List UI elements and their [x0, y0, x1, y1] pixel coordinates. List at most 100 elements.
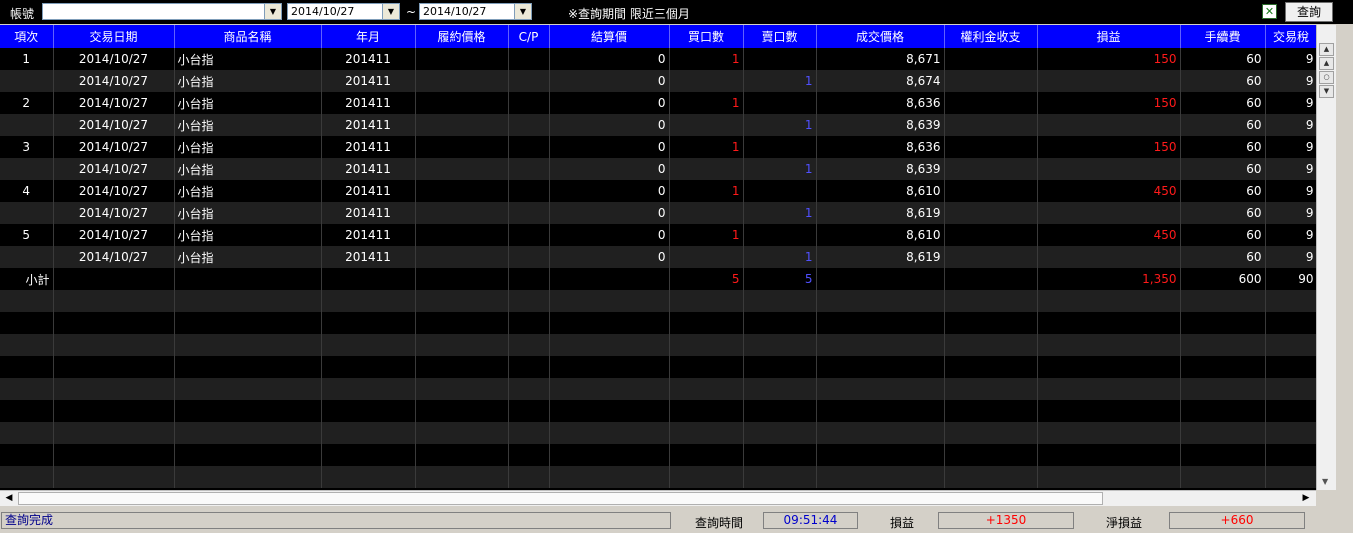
cell-tax: 9: [1265, 136, 1318, 158]
vertical-scrollbar[interactable]: ▲ ▲ ○ ▼ ▼: [1316, 25, 1336, 490]
scroll-top-icon[interactable]: ▲: [1319, 43, 1334, 56]
column-header[interactable]: 交易日期: [53, 25, 175, 48]
table-row[interactable]: 3 2014/10/27 小台指 201411 0 1 8,636 150 60 9: [0, 136, 1318, 158]
empty-cell: [0, 444, 54, 466]
cell-cp: [508, 92, 550, 114]
cell-buy: [669, 70, 744, 92]
empty-cell: [321, 466, 416, 488]
cell-sell: [743, 136, 817, 158]
empty-cell: [549, 356, 670, 378]
date-to-picker[interactable]: 2014/10/27 ▼: [419, 3, 532, 20]
table-row[interactable]: 4 2014/10/27 小台指 201411 0 1 8,610 450 60 9: [0, 180, 1318, 202]
horizontal-scrollbar[interactable]: ◀ ▶: [0, 490, 1316, 506]
cell-price: 8,610: [816, 224, 945, 246]
chevron-down-icon[interactable]: ▼: [382, 4, 399, 19]
excel-export-icon[interactable]: ✕: [1262, 4, 1277, 19]
table-row[interactable]: 2014/10/27 小台指 201411 0 1 8,639 60 9: [0, 158, 1318, 180]
subtotal-ym: [321, 268, 416, 290]
cell-tax: 9: [1265, 202, 1318, 224]
column-header[interactable]: 權利金收支: [944, 25, 1038, 48]
cell-buy: 1: [669, 224, 744, 246]
column-header[interactable]: 成交價格: [816, 25, 945, 48]
empty-cell: [1180, 290, 1266, 312]
cell-idx: 5: [0, 224, 54, 246]
empty-cell: [321, 356, 416, 378]
empty-row: [0, 378, 1318, 400]
subtotal-idx: 小計: [0, 268, 54, 290]
subtotal-settle: [549, 268, 670, 290]
cell-product: 小台指: [174, 180, 322, 202]
column-header[interactable]: C/P: [508, 25, 550, 48]
table-row[interactable]: 1 2014/10/27 小台指 201411 0 1 8,671 150 60 9: [0, 48, 1318, 70]
table-row[interactable]: 2 2014/10/27 小台指 201411 0 1 8,636 150 60 9: [0, 92, 1318, 114]
empty-cell: [174, 466, 322, 488]
subtotal-price: [816, 268, 945, 290]
chevron-down-icon[interactable]: ▼: [514, 4, 531, 19]
cell-settle: 0: [549, 48, 670, 70]
cell-cp: [508, 224, 550, 246]
empty-cell: [1265, 466, 1318, 488]
column-header[interactable]: 結算價: [549, 25, 670, 48]
empty-cell: [1265, 356, 1318, 378]
cell-pnl: 150: [1037, 48, 1181, 70]
empty-cell: [1037, 444, 1181, 466]
date-from-picker[interactable]: 2014/10/27 ▼: [287, 3, 400, 20]
cell-idx: 4: [0, 180, 54, 202]
cell-ym: 201411: [321, 224, 416, 246]
cell-premium: [944, 114, 1038, 136]
trade-table: 項次 交易日期 商品名稱 年月 履約價格 C/P 結算價 買口數 賣口數 成交價格 權利金收支 損益手…: [0, 25, 1318, 488]
query-button[interactable]: 查詢: [1285, 2, 1333, 22]
column-header[interactable]: 買口數: [669, 25, 744, 48]
empty-cell: [321, 378, 416, 400]
cell-sell: 1: [743, 158, 817, 180]
empty-cell: [1265, 312, 1318, 334]
column-header[interactable]: 項次: [0, 25, 54, 48]
table-row[interactable]: 2014/10/27 小台指 201411 0 1 8,619 60 9: [0, 246, 1318, 268]
column-header[interactable]: 商品名稱: [174, 25, 322, 48]
column-header[interactable]: 年月: [321, 25, 416, 48]
subtotal-row: 小計 5 5 1,350 600 90: [0, 268, 1318, 290]
empty-cell: [1180, 400, 1266, 422]
empty-cell: [415, 466, 509, 488]
empty-cell: [508, 422, 550, 444]
empty-cell: [816, 444, 945, 466]
scroll-left-icon[interactable]: ◀: [1, 492, 17, 505]
empty-cell: [174, 444, 322, 466]
column-header[interactable]: 交易稅: [1265, 25, 1318, 48]
cell-date: 2014/10/27: [53, 136, 175, 158]
empty-cell: [1265, 334, 1318, 356]
cell-idx: 2: [0, 92, 54, 114]
column-header[interactable]: 手續費: [1180, 25, 1266, 48]
empty-cell: [415, 444, 509, 466]
scroll-bottom-arrow-icon[interactable]: ▼: [1322, 477, 1328, 486]
cell-date: 2014/10/27: [53, 246, 175, 268]
table-row[interactable]: 2014/10/27 小台指 201411 0 1 8,619 60 9: [0, 202, 1318, 224]
column-header[interactable]: 損益: [1037, 25, 1181, 48]
empty-cell: [174, 400, 322, 422]
account-select[interactable]: ▼: [42, 3, 282, 20]
table-row[interactable]: 5 2014/10/27 小台指 201411 0 1 8,610 450 60 9: [0, 224, 1318, 246]
pnl-label: 損益: [890, 516, 915, 530]
table-row[interactable]: 2014/10/27 小台指 201411 0 1 8,639 60 9: [0, 114, 1318, 136]
column-header[interactable]: 履約價格: [415, 25, 509, 48]
empty-cell: [1037, 466, 1181, 488]
subtotal-premium: [944, 268, 1038, 290]
table-row[interactable]: 2014/10/27 小台指 201411 0 1 8,674 60 9: [0, 70, 1318, 92]
cell-pnl: [1037, 70, 1181, 92]
empty-cell: [508, 312, 550, 334]
empty-cell: [415, 356, 509, 378]
cell-strike: [415, 92, 509, 114]
empty-cell: [174, 422, 322, 444]
scroll-reset-icon[interactable]: ○: [1319, 71, 1334, 84]
cell-fee: 60: [1180, 114, 1266, 136]
scroll-right-icon[interactable]: ▶: [1298, 492, 1314, 505]
scroll-down-icon[interactable]: ▼: [1319, 85, 1334, 98]
cell-fee: 60: [1180, 92, 1266, 114]
scroll-up-icon[interactable]: ▲: [1319, 57, 1334, 70]
table-header-row: 項次 交易日期 商品名稱 年月 履約價格 C/P 結算價 買口數 賣口數 成交價格 權利金收支 損益手…: [0, 25, 1318, 48]
horizontal-scroll-thumb[interactable]: [18, 492, 1103, 505]
column-header[interactable]: 賣口數: [743, 25, 817, 48]
query-time-label: 查詢時間: [695, 516, 744, 530]
subtotal-fee: 600: [1180, 268, 1266, 290]
chevron-down-icon[interactable]: ▼: [264, 4, 281, 19]
